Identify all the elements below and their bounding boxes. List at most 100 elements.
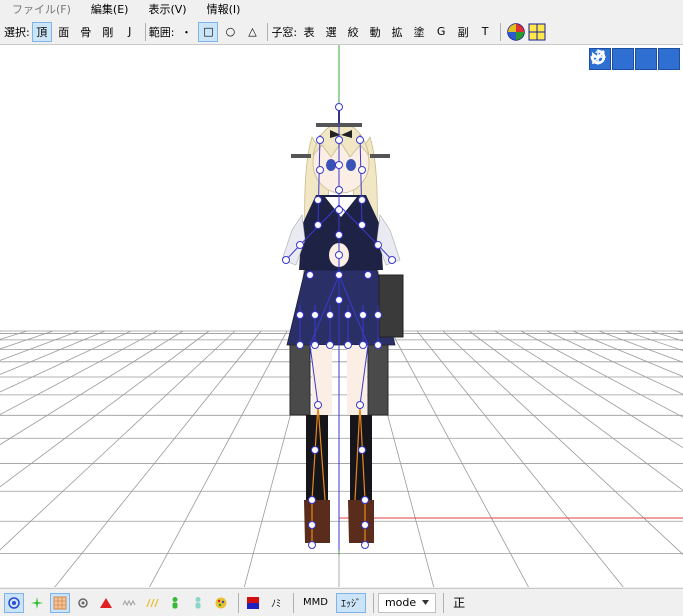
- bone-joint[interactable]: [335, 231, 343, 239]
- range-triangle-button[interactable]: △: [242, 22, 262, 42]
- bone-joint[interactable]: [335, 103, 343, 111]
- dash-icon[interactable]: [142, 593, 162, 613]
- range-circle-button[interactable]: ○: [220, 22, 240, 42]
- bone-joint[interactable]: [359, 341, 367, 349]
- wave-icon[interactable]: [119, 593, 139, 613]
- bone-joint[interactable]: [361, 496, 369, 504]
- bone-joint[interactable]: [356, 401, 364, 409]
- sparkle-icon[interactable]: [27, 593, 47, 613]
- bone-joint[interactable]: [358, 166, 366, 174]
- bone-joint[interactable]: [364, 271, 372, 279]
- select-face-button[interactable]: 面: [54, 22, 74, 42]
- bone-joint[interactable]: [361, 521, 369, 529]
- grid-quad-icon[interactable]: [528, 23, 546, 41]
- toolbar-separator: [267, 22, 269, 41]
- select-vertex-button[interactable]: 頂: [31, 21, 52, 42]
- bone-joint[interactable]: [361, 541, 369, 549]
- child-filter-button[interactable]: 絞: [343, 22, 363, 42]
- edge-button[interactable]: ｴｯｼﾞ: [335, 592, 366, 613]
- bone-joint[interactable]: [358, 196, 366, 204]
- select-rigid-button[interactable]: 剛: [98, 22, 118, 42]
- menu-bar: ファイル(F) 編集(E) 表示(V) 情報(I): [0, 0, 683, 18]
- bone-joint[interactable]: [356, 136, 364, 144]
- bottombar-separator: [238, 592, 239, 613]
- bone-joint[interactable]: [374, 241, 382, 249]
- bone-joint[interactable]: [335, 186, 343, 194]
- bone-joint[interactable]: [314, 401, 322, 409]
- range-label: 範囲:: [148, 25, 175, 39]
- child-scale-button[interactable]: 拡: [387, 22, 407, 42]
- child-select-button[interactable]: 選: [321, 22, 341, 42]
- bone-joint[interactable]: [359, 311, 367, 319]
- mode-dropdown-label: mode: [384, 596, 417, 609]
- bone-joint[interactable]: [335, 271, 343, 279]
- move-cross-icon[interactable]: [590, 48, 634, 70]
- bone-joint[interactable]: [296, 311, 304, 319]
- point-icon[interactable]: [4, 592, 24, 613]
- bone-joint[interactable]: [388, 256, 396, 264]
- bone-joint[interactable]: [358, 446, 366, 454]
- bone-joint[interactable]: [335, 251, 343, 259]
- select-joint-button[interactable]: J: [120, 22, 140, 42]
- dot-icon[interactable]: [73, 593, 93, 613]
- bone-joint[interactable]: [306, 271, 314, 279]
- select-bone-button[interactable]: 骨: [76, 22, 96, 42]
- toolbar-separator: [500, 22, 502, 41]
- bone-joint[interactable]: [308, 541, 316, 549]
- bone-joint[interactable]: [311, 341, 319, 349]
- menu-file[interactable]: ファイル(F): [12, 1, 71, 17]
- figure-teal-icon[interactable]: [188, 593, 208, 613]
- nomi-button[interactable]: ﾉﾐ: [266, 593, 286, 613]
- bone-joint[interactable]: [358, 221, 366, 229]
- bone-joint[interactable]: [326, 341, 334, 349]
- bone-joint[interactable]: [308, 496, 316, 504]
- rotate-icon[interactable]: [590, 48, 680, 70]
- range-rect-button[interactable]: □: [198, 21, 219, 42]
- toolbar-separator: [144, 22, 146, 41]
- bone-joint[interactable]: [311, 446, 319, 454]
- mmd-button[interactable]: MMD: [298, 593, 333, 613]
- color-swatch-icon[interactable]: [243, 593, 263, 613]
- child-g-button[interactable]: G: [431, 22, 451, 42]
- bone-joint[interactable]: [316, 136, 324, 144]
- bone-joint[interactable]: [335, 296, 343, 304]
- 3d-viewport[interactable]: [0, 44, 683, 587]
- mode-dropdown[interactable]: mode: [377, 592, 437, 613]
- bone-joint[interactable]: [335, 136, 343, 144]
- range-point-button[interactable]: ・: [176, 22, 196, 42]
- color-wheel-icon[interactable]: [507, 22, 525, 41]
- child-paint-button[interactable]: 塗: [409, 22, 429, 42]
- child-t-button[interactable]: T: [475, 22, 495, 42]
- bone-joint[interactable]: [344, 341, 352, 349]
- palette-icon[interactable]: [211, 593, 231, 613]
- grid-pattern-icon[interactable]: [50, 592, 70, 613]
- display-toolbar: ﾉﾐ MMD ｴｯｼﾞ mode 正: [0, 588, 683, 616]
- bone-joint[interactable]: [335, 206, 343, 214]
- bone-joint[interactable]: [316, 166, 324, 174]
- bone-move-icon[interactable]: [592, 48, 657, 70]
- bone-joint[interactable]: [344, 311, 352, 319]
- bone-joint[interactable]: [296, 241, 304, 249]
- bone-joint[interactable]: [314, 221, 322, 229]
- bone-joint[interactable]: [374, 311, 382, 319]
- menu-view[interactable]: 表示(V): [148, 1, 186, 17]
- sei-button[interactable]: 正: [448, 593, 470, 613]
- menu-info[interactable]: 情報(I): [207, 1, 241, 17]
- bone-joint[interactable]: [311, 311, 319, 319]
- triangle-red-icon[interactable]: [96, 593, 116, 613]
- child-sub-button[interactable]: 副: [453, 22, 473, 42]
- bone-joint[interactable]: [335, 161, 343, 169]
- bone-joint[interactable]: [374, 341, 382, 349]
- bone-joint[interactable]: [308, 521, 316, 529]
- child-table-button[interactable]: 表: [299, 22, 319, 42]
- bottombar-separator: [372, 592, 374, 613]
- menu-edit[interactable]: 編集(E): [91, 1, 129, 17]
- bottombar-separator: [293, 592, 294, 613]
- bone-joint[interactable]: [282, 256, 290, 264]
- child-move-button[interactable]: 動: [365, 22, 385, 42]
- model-figure[interactable]: [0, 45, 683, 587]
- bone-joint[interactable]: [296, 341, 304, 349]
- bone-joint[interactable]: [326, 311, 334, 319]
- bone-joint[interactable]: [314, 196, 322, 204]
- figure-green-icon[interactable]: [165, 593, 185, 613]
